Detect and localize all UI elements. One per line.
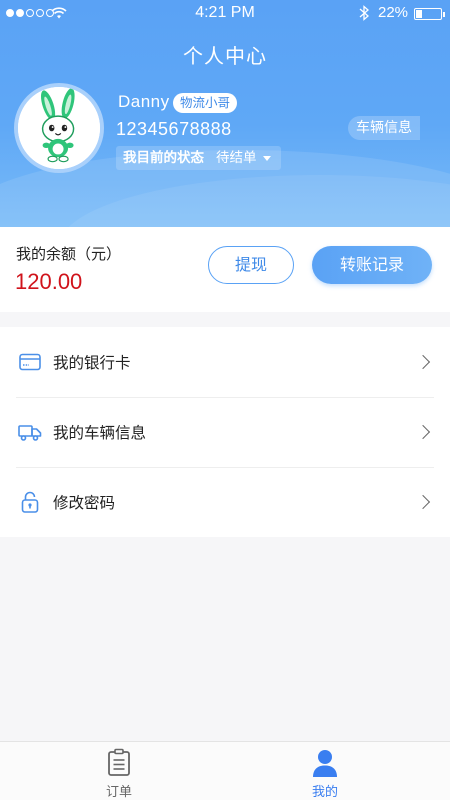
clipboard-icon <box>108 748 130 776</box>
chevron-right-icon <box>415 354 431 370</box>
chevron-right-icon <box>415 424 431 440</box>
settings-menu: 我的银行卡 我的车辆信息 修改密码 <box>0 327 450 537</box>
battery-fill <box>416 10 422 18</box>
profile-header: 4:21 PM 22% 个人中心 Danny 物流小哥 12345678888 … <box>0 0 450 227</box>
battery-icon <box>414 8 445 20</box>
menu-item-change-password[interactable]: 修改密码 <box>0 467 450 537</box>
tab-label: 我的 <box>311 785 338 800</box>
chevron-right-icon <box>415 494 431 510</box>
bluetooth-icon <box>359 5 369 21</box>
transfer-records-button[interactable]: 转账记录 <box>312 246 432 284</box>
role-badge: 物流小哥 <box>173 93 238 113</box>
caret-down-icon <box>262 155 271 161</box>
menu-item-bank-card[interactable]: 我的银行卡 <box>0 327 450 397</box>
menu-item-label: 我的银行卡 <box>53 354 131 372</box>
balance-amount: 120.00 <box>15 269 83 294</box>
truck-icon <box>18 425 42 441</box>
credit-card-icon <box>19 353 41 371</box>
menu-item-vehicle-info[interactable]: 我的车辆信息 <box>0 397 450 467</box>
battery-percent: 22% <box>378 4 409 21</box>
tab-orders[interactable]: 订单 <box>79 742 159 800</box>
username: Danny <box>118 92 170 111</box>
lock-icon <box>21 491 39 513</box>
avatar[interactable] <box>14 83 104 173</box>
balance-card: 我的余额（元） 120.00 提现 转账记录 <box>0 227 450 312</box>
bunny-avatar-image <box>18 87 100 169</box>
status-bar: 4:21 PM 22% <box>0 0 450 28</box>
page-title: 个人中心 <box>183 44 267 68</box>
status-value: 待结单 <box>216 150 257 166</box>
withdraw-button[interactable]: 提现 <box>208 246 294 284</box>
menu-item-label: 修改密码 <box>53 494 116 512</box>
bottom-tab-bar: 订单 我的 <box>0 741 450 800</box>
menu-item-label: 我的车辆信息 <box>53 424 147 442</box>
tab-mine[interactable]: 我的 <box>285 742 365 800</box>
user-icon <box>313 750 337 777</box>
phone-number: 12345678888 <box>116 119 232 139</box>
vehicle-info-button[interactable]: 车辆信息 <box>348 116 420 140</box>
status-label: 我目前的状态 <box>123 150 204 166</box>
balance-label: 我的余额（元） <box>16 245 122 263</box>
tab-label: 订单 <box>105 785 132 800</box>
work-status-selector[interactable]: 我目前的状态 待结单 <box>116 146 281 170</box>
